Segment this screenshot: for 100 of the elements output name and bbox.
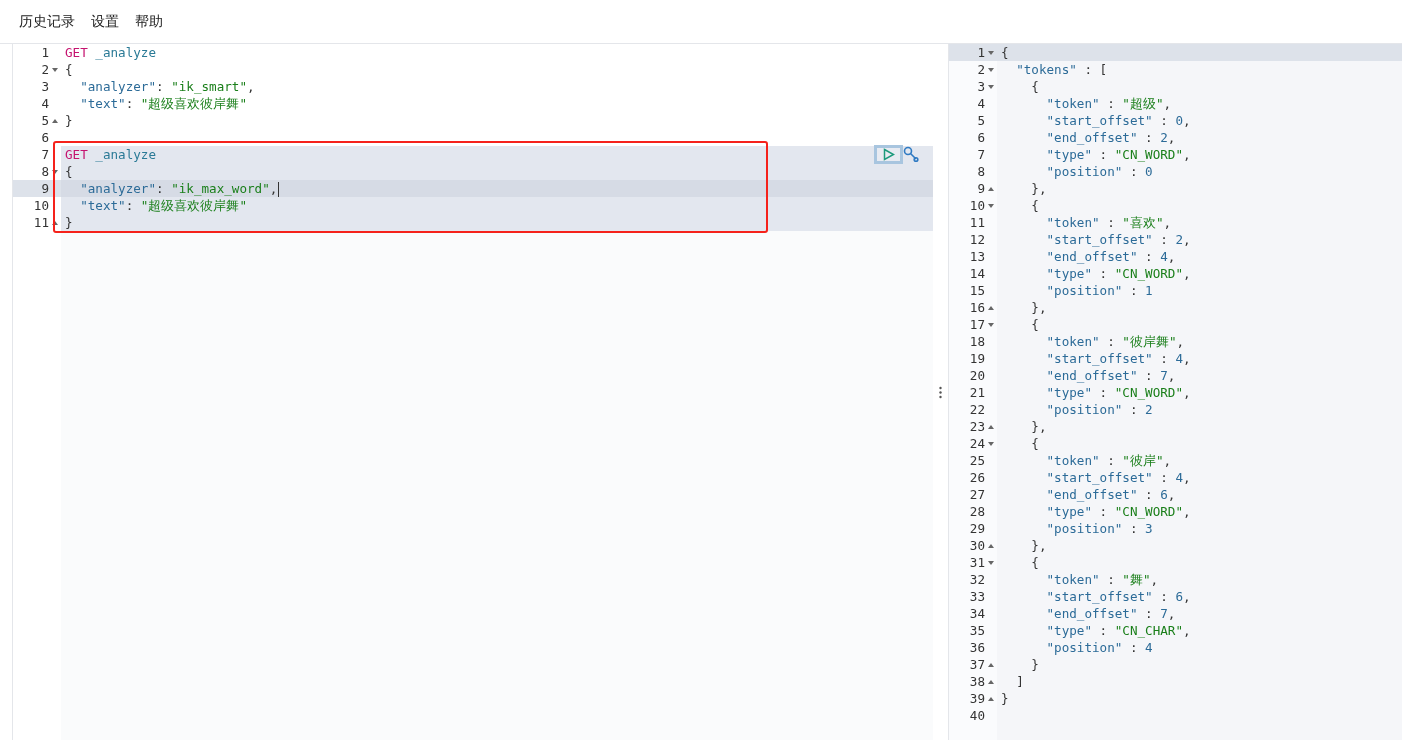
line-number: 34 [969,605,985,622]
line-number: 38 [969,673,985,690]
line-number: 3 [41,78,49,95]
line-number: 32 [969,571,985,588]
line-number: 13 [969,248,985,265]
menu-item[interactable]: 设置 [91,12,119,31]
code-line: "end_offset" : 4, [1045,249,1176,264]
run-button[interactable] [874,145,903,164]
code-line: "token" : "超级", [1045,96,1172,111]
line-number: 18 [969,333,985,350]
code-line: "type" : "CN_WORD", [1045,147,1191,162]
code-line: "analyzer": "ik_smart", [79,79,255,94]
fold-arrow-icon[interactable] [50,167,59,176]
fold-arrow-icon[interactable] [986,201,995,210]
code-line: } [65,215,73,230]
line-number: 30 [969,537,985,554]
code-line: GET _analyze [65,147,156,162]
code-line: }, [1030,181,1047,196]
code-line: "type" : "CN_WORD", [1045,504,1191,519]
line-number: 25 [969,452,985,469]
line-number: 10 [33,197,49,214]
code-line: "tokens" : [ [1015,62,1108,77]
line-number: 35 [969,622,985,639]
code-line: { [65,62,73,77]
code-line: "end_offset" : 6, [1045,487,1176,502]
code-line: { [1030,198,1039,213]
line-number: 36 [969,639,985,656]
line-number: 17 [969,316,985,333]
code-line: }, [1030,300,1047,315]
fold-arrow-icon[interactable] [986,439,995,448]
line-number: 19 [969,350,985,367]
line-number: 11 [33,214,49,231]
code-line: "position" : 4 [1045,640,1153,655]
fold-arrow-icon[interactable] [50,65,59,74]
line-number: 16 [969,299,985,316]
code-line: { [1001,45,1009,60]
code-line: } [1001,691,1009,706]
line-number: 9 [41,180,49,197]
line-number: 8 [41,163,49,180]
line-number: 37 [969,656,985,673]
code-line: GET _analyze [65,45,156,60]
line-number: 6 [41,129,49,146]
line-number: 40 [969,707,985,724]
line-number: 5 [977,112,985,129]
menu-item[interactable]: 历史记录 [19,12,75,31]
menu-item[interactable]: 帮助 [135,12,163,31]
line-number: 29 [969,520,985,537]
line-number: 31 [969,554,985,571]
code-line: "position" : 2 [1045,402,1153,417]
code-line: "token" : "彼岸舞", [1045,334,1185,349]
code-line: "start_offset" : 4, [1045,351,1191,366]
code-line: }, [1030,419,1047,434]
line-number: 21 [969,384,985,401]
code-line: "position" : 3 [1045,521,1153,536]
line-number: 6 [977,129,985,146]
line-number: 11 [969,214,985,231]
line-number: 5 [41,112,49,129]
code-line: { [65,164,73,179]
code-line: { [1030,555,1039,570]
line-number: 2 [977,61,985,78]
code-line: "start_offset" : 4, [1045,470,1191,485]
resize-handle-icon[interactable] [939,385,942,399]
line-number: 3 [977,78,985,95]
fold-arrow-icon[interactable] [986,558,995,567]
code-line: "analyzer": "ik_max_word", [79,181,278,196]
line-number: 24 [969,435,985,452]
code-line: "start_offset" : 0, [1045,113,1191,128]
line-number: 28 [969,503,985,520]
code-line: } [65,113,73,128]
line-number: 8 [977,163,985,180]
line-number: 1 [977,44,985,61]
code-line: "text": "超级喜欢彼岸舞" [79,96,247,111]
code-line: { [1030,436,1039,451]
line-number: 1 [41,44,49,61]
line-number: 9 [977,180,985,197]
play-icon [882,148,895,161]
line-number: 22 [969,401,985,418]
line-number: 2 [41,61,49,78]
code-line: "text": "超级喜欢彼岸舞" [79,198,247,213]
code-line: "type" : "CN_CHAR", [1045,623,1191,638]
code-line: "token" : "彼岸", [1045,453,1172,468]
code-line: }, [1030,538,1047,553]
code-line: "position" : 1 [1045,283,1153,298]
code-line: "start_offset" : 2, [1045,232,1191,247]
line-number: 7 [977,146,985,163]
line-number: 20 [969,367,985,384]
line-number: 10 [969,197,985,214]
code-line: ] [1015,674,1024,689]
line-number: 4 [977,95,985,112]
wrench-icon[interactable] [903,146,919,163]
line-number: 4 [41,95,49,112]
code-line: "end_offset" : 7, [1045,606,1176,621]
line-number: 27 [969,486,985,503]
code-line: "type" : "CN_WORD", [1045,266,1191,281]
fold-arrow-icon[interactable] [986,320,995,329]
line-number: 7 [41,146,49,163]
code-line: "token" : "喜欢", [1045,215,1172,230]
line-number: 15 [969,282,985,299]
code-line: } [1030,657,1039,672]
line-number: 12 [969,231,985,248]
